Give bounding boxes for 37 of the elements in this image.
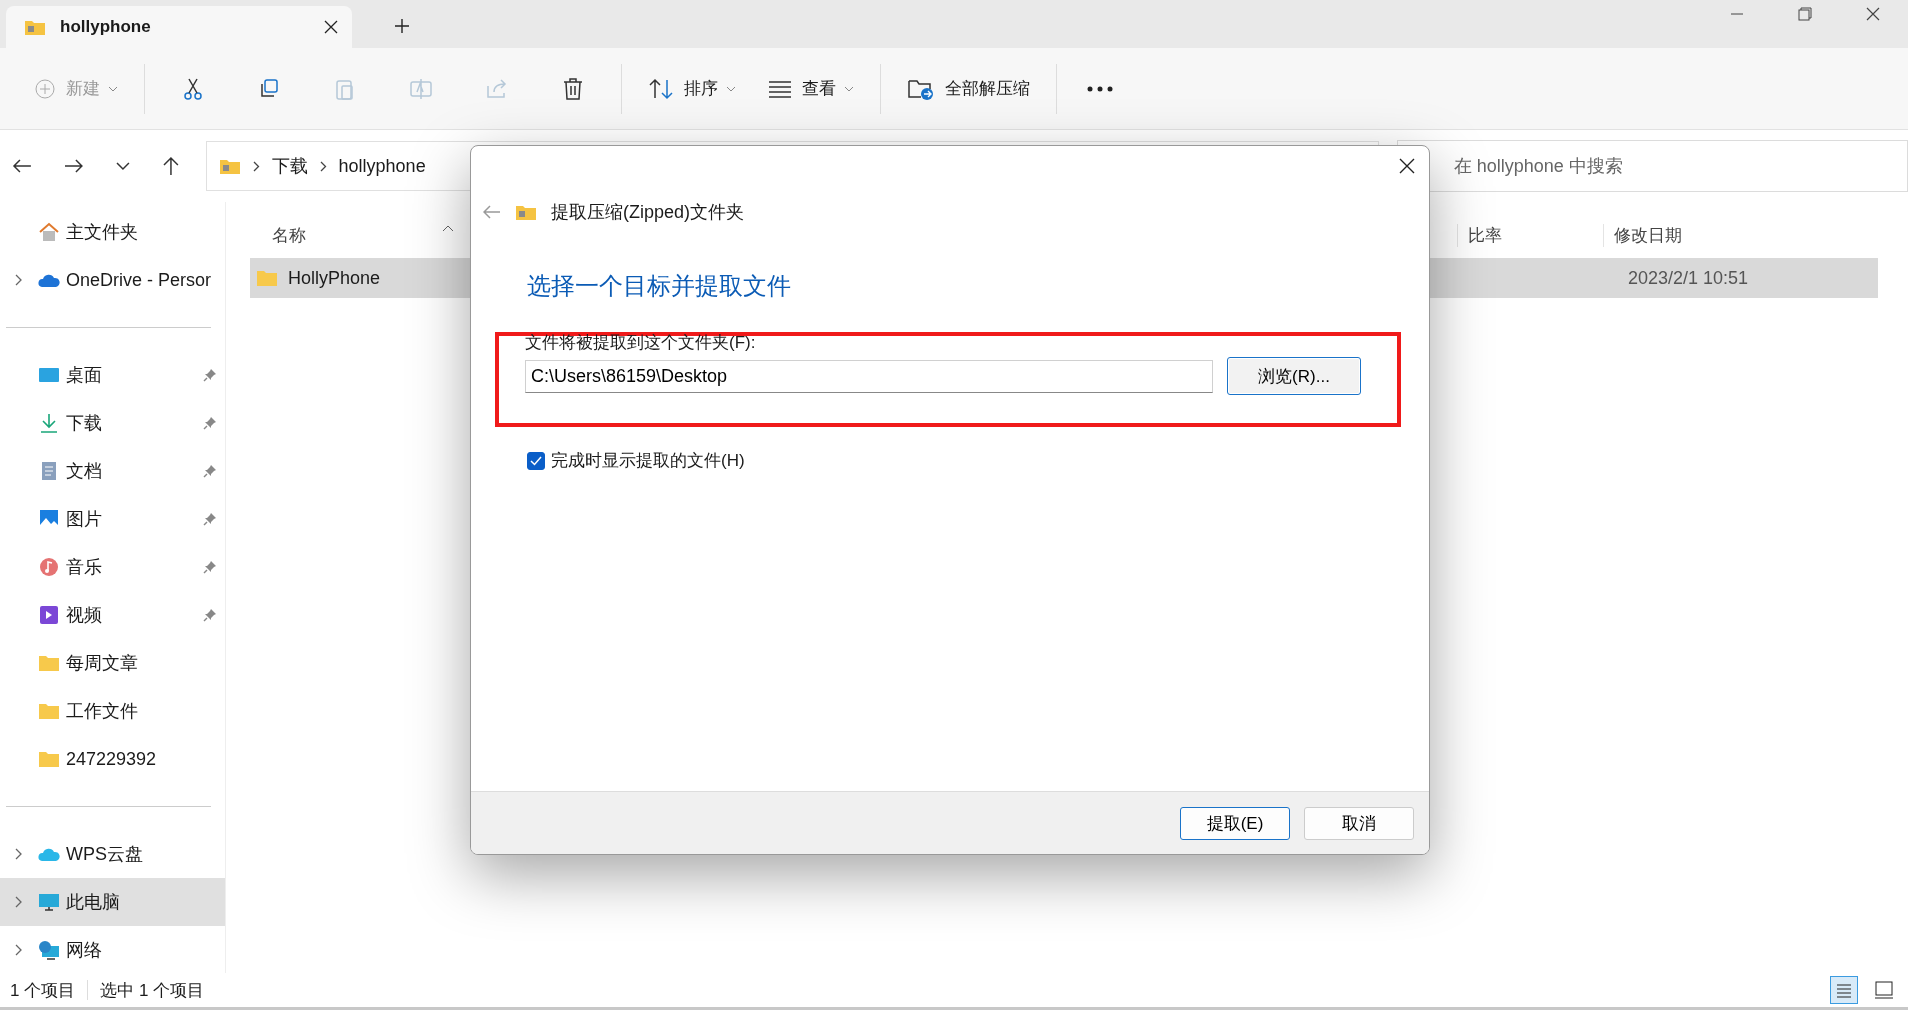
sidebar-item[interactable]: 网络: [0, 926, 225, 974]
field-label: 文件将被提取到这个文件夹(F):: [525, 334, 757, 351]
tab-title: hollyphone: [60, 17, 152, 37]
file-name: HollyPhone: [288, 267, 381, 289]
column-header[interactable]: 修改日期: [1603, 223, 1878, 247]
item-count: 1 个项目: [10, 979, 76, 1002]
sidebar-item[interactable]: 主文件夹: [0, 208, 225, 256]
dialog-heading: 选择一个目标并提取文件: [527, 271, 792, 301]
sidebar-item[interactable]: 文档: [0, 447, 225, 495]
sidebar-item[interactable]: 桌面: [0, 351, 225, 399]
sort-button[interactable]: 排序: [634, 69, 750, 108]
extract-all-button[interactable]: 全部解压缩: [893, 68, 1044, 109]
sidebar-item[interactable]: 此电脑: [0, 878, 225, 926]
sidebar-item[interactable]: WPS云盘: [0, 830, 225, 878]
sidebar-item[interactable]: 工作文件: [0, 687, 225, 735]
browse-button[interactable]: 浏览(R)...: [1227, 357, 1361, 395]
view-button[interactable]: 查看: [754, 69, 868, 108]
path-field[interactable]: C:\Users\86159\Desktop: [525, 359, 1213, 393]
checkbox-label: 完成时显示提取的文件(H): [551, 450, 745, 472]
breadcrumb[interactable]: 下载: [271, 154, 308, 178]
sidebar-item[interactable]: 音乐: [0, 543, 225, 591]
selection-count: 选中 1 个项目: [100, 979, 205, 1002]
modified-date: 2023/2/1 10:51: [1628, 267, 1750, 289]
sidebar-item[interactable]: 视频: [0, 591, 225, 639]
search-field[interactable]: 在 hollyphone 中搜索: [1396, 140, 1908, 192]
sidebar-item[interactable]: 每周文章: [0, 639, 225, 687]
column-header[interactable]: 名称: [272, 223, 306, 247]
sidebar-item[interactable]: OneDrive - Persor: [0, 256, 225, 304]
dialog-title: 提取压缩(Zipped)文件夹: [551, 201, 745, 224]
breadcrumb[interactable]: hollyphone: [338, 155, 426, 177]
extract-button[interactable]: 提取(E): [1180, 806, 1290, 840]
cancel-button[interactable]: 取消: [1304, 806, 1414, 840]
sidebar-item[interactable]: 图片: [0, 495, 225, 543]
sidebar-item[interactable]: 下载: [0, 399, 225, 447]
window-tab[interactable]: hollyphone: [6, 6, 352, 48]
sidebar-item[interactable]: 247229392: [0, 735, 225, 783]
column-header[interactable]: 比率: [1457, 223, 1603, 247]
